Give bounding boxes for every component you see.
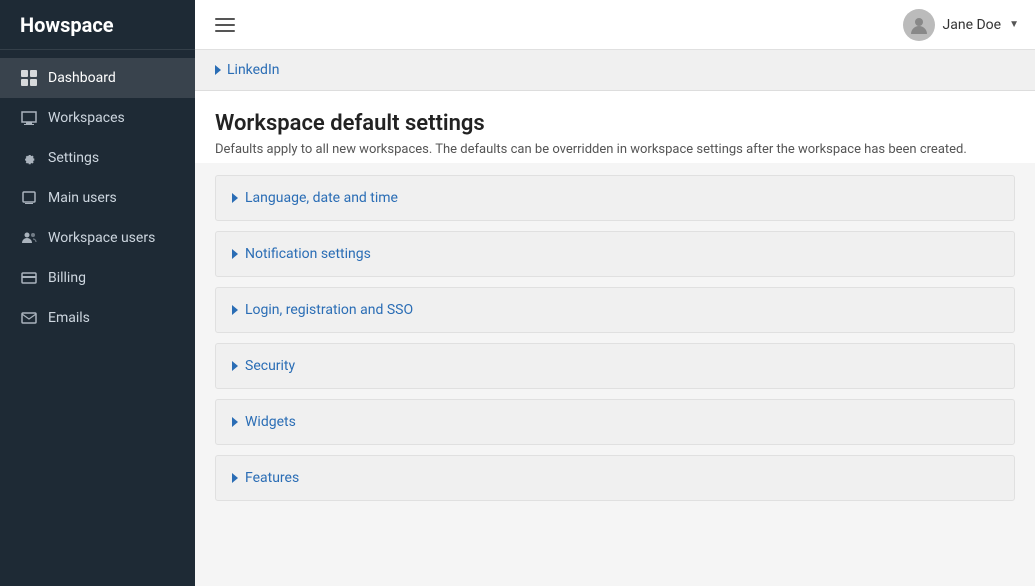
app-logo: Howspace <box>0 0 195 50</box>
hamburger-line <box>215 24 235 26</box>
section-subtitle: Defaults apply to all new workspaces. Th… <box>215 142 1015 157</box>
sidebar-item-dashboard[interactable]: Dashboard <box>0 58 195 98</box>
section-header: Workspace default settings Defaults appl… <box>195 91 1035 163</box>
sidebar-item-label: Main users <box>48 190 117 206</box>
avatar <box>903 9 935 41</box>
main-users-icon <box>20 189 38 207</box>
accordion-widgets-label: Widgets <box>245 414 296 430</box>
chevron-right-icon <box>232 305 238 315</box>
sidebar-item-label: Settings <box>48 150 99 166</box>
billing-icon <box>20 269 38 287</box>
accordion-security-label: Security <box>245 358 295 374</box>
topbar-right: Jane Doe ▼ <box>903 9 1019 41</box>
user-name-label: Jane Doe <box>943 17 1002 33</box>
chevron-right-icon <box>232 193 238 203</box>
chevron-right-icon <box>232 417 238 427</box>
topbar: Jane Doe ▼ <box>195 0 1035 50</box>
sidebar-item-label: Billing <box>48 270 86 286</box>
accordion-features-link[interactable]: Features <box>232 470 299 486</box>
accordion-widgets-link[interactable]: Widgets <box>232 414 296 430</box>
emails-icon <box>20 309 38 327</box>
sidebar-item-label: Dashboard <box>48 70 116 86</box>
chevron-right-icon <box>215 65 221 75</box>
sidebar-item-label: Emails <box>48 310 90 326</box>
accordion-widgets[interactable]: Widgets <box>215 399 1015 445</box>
workspace-users-icon <box>20 229 38 247</box>
accordion-features[interactable]: Features <box>215 455 1015 501</box>
workspaces-icon <box>20 109 38 127</box>
dashboard-icon <box>20 69 38 87</box>
accordion-language-link[interactable]: Language, date and time <box>232 190 398 206</box>
sidebar-item-workspace-users[interactable]: Workspace users <box>0 218 195 258</box>
sidebar-item-label: Workspace users <box>48 230 155 246</box>
sidebar-item-settings[interactable]: Settings <box>0 138 195 178</box>
hamburger-line <box>215 30 235 32</box>
chevron-right-icon <box>232 249 238 259</box>
settings-icon <box>20 149 38 167</box>
accordion-notification-label: Notification settings <box>245 246 371 262</box>
sidebar-item-emails[interactable]: Emails <box>0 298 195 338</box>
accordion-login-label: Login, registration and SSO <box>245 302 413 318</box>
accordion-security[interactable]: Security <box>215 343 1015 389</box>
hamburger-button[interactable] <box>211 14 239 36</box>
content-area: LinkedIn Workspace default settings Defa… <box>195 50 1035 586</box>
sidebar-item-label: Workspaces <box>48 110 125 126</box>
sidebar: Howspace Dashboard <box>0 0 195 586</box>
accordion-features-label: Features <box>245 470 299 486</box>
accordion-login[interactable]: Login, registration and SSO <box>215 287 1015 333</box>
hamburger-line <box>215 18 235 20</box>
accordion-login-link[interactable]: Login, registration and SSO <box>232 302 413 318</box>
sidebar-nav: Dashboard Workspaces Settings <box>0 50 195 338</box>
sidebar-item-main-users[interactable]: Main users <box>0 178 195 218</box>
accordion-language-label: Language, date and time <box>245 190 398 206</box>
linkedin-link[interactable]: LinkedIn <box>227 62 280 78</box>
sidebar-item-billing[interactable]: Billing <box>0 258 195 298</box>
user-dropdown-arrow[interactable]: ▼ <box>1009 19 1019 30</box>
accordion-notification[interactable]: Notification settings <box>215 231 1015 277</box>
accordion-language[interactable]: Language, date and time <box>215 175 1015 221</box>
chevron-right-icon <box>232 361 238 371</box>
topbar-left <box>211 14 239 36</box>
main-area: Jane Doe ▼ LinkedIn Workspace default se… <box>195 0 1035 586</box>
settings-list: Language, date and time Notification set… <box>195 163 1035 513</box>
accordion-security-link[interactable]: Security <box>232 358 295 374</box>
sidebar-item-workspaces[interactable]: Workspaces <box>0 98 195 138</box>
section-title: Workspace default settings <box>215 111 1015 136</box>
chevron-right-icon <box>232 473 238 483</box>
accordion-notification-link[interactable]: Notification settings <box>232 246 371 262</box>
linkedin-row: LinkedIn <box>195 50 1035 91</box>
